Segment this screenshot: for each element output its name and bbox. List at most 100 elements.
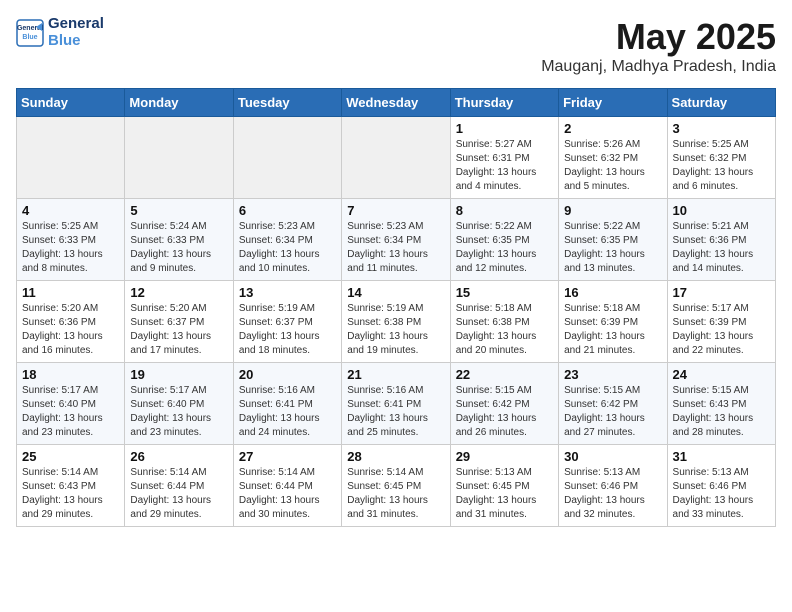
day-number: 2 xyxy=(564,121,661,136)
day-info: Sunrise: 5:14 AM Sunset: 6:45 PM Dayligh… xyxy=(347,466,444,522)
calendar-week-5: 25 Sunrise: 5:14 AM Sunset: 6:43 PM Dayli… xyxy=(17,445,776,527)
day-number: 9 xyxy=(564,203,661,218)
calendar-cell: 22 Sunrise: 5:15 AM Sunset: 6:42 PM Dayli… xyxy=(450,363,558,445)
calendar-cell xyxy=(342,117,450,199)
day-info: Sunrise: 5:26 AM Sunset: 6:32 PM Dayligh… xyxy=(564,138,661,194)
day-info: Sunrise: 5:25 AM Sunset: 6:33 PM Dayligh… xyxy=(22,220,119,276)
logo-icon: General Blue xyxy=(16,19,44,47)
day-number: 13 xyxy=(239,285,336,300)
day-info: Sunrise: 5:20 AM Sunset: 6:37 PM Dayligh… xyxy=(130,302,227,358)
day-info: Sunrise: 5:24 AM Sunset: 6:33 PM Dayligh… xyxy=(130,220,227,276)
calendar-cell: 7Sunrise: 5:23 AM Sunset: 6:34 PM Daylig… xyxy=(342,199,450,281)
calendar-cell: 16 Sunrise: 5:18 AM Sunset: 6:39 PM Dayli… xyxy=(559,281,667,363)
month-title: May 2025 xyxy=(541,16,776,58)
calendar-cell: 30 Sunrise: 5:13 AM Sunset: 6:46 PM Dayli… xyxy=(559,445,667,527)
day-info: Sunrise: 5:18 AM Sunset: 6:39 PM Dayligh… xyxy=(564,302,661,358)
weekday-header-friday: Friday xyxy=(559,89,667,117)
calendar-cell: 15 Sunrise: 5:18 AM Sunset: 6:38 PM Dayli… xyxy=(450,281,558,363)
day-number: 20 xyxy=(239,367,336,382)
day-info: Sunrise: 5:17 AM Sunset: 6:39 PM Dayligh… xyxy=(673,302,770,358)
title-block: May 2025 Mauganj, Madhya Pradesh, India xyxy=(541,16,776,76)
day-info: Sunrise: 5:16 AM Sunset: 6:41 PM Dayligh… xyxy=(239,384,336,440)
weekday-header-monday: Monday xyxy=(125,89,233,117)
calendar-cell: 25 Sunrise: 5:14 AM Sunset: 6:43 PM Dayli… xyxy=(17,445,125,527)
day-number: 21 xyxy=(347,367,444,382)
calendar-cell: 17 Sunrise: 5:17 AM Sunset: 6:39 PM Dayli… xyxy=(667,281,775,363)
calendar-week-2: 4 Sunrise: 5:25 AM Sunset: 6:33 PM Daylig… xyxy=(17,199,776,281)
day-info: Sunrise: 5:17 AM Sunset: 6:40 PM Dayligh… xyxy=(22,384,119,440)
day-number: 14 xyxy=(347,285,444,300)
day-number: 26 xyxy=(130,449,227,464)
day-number: 31 xyxy=(673,449,770,464)
day-number: 29 xyxy=(456,449,553,464)
day-number: 11 xyxy=(22,285,119,300)
calendar-cell: 24 Sunrise: 5:15 AM Sunset: 6:43 PM Dayli… xyxy=(667,363,775,445)
calendar-cell xyxy=(17,117,125,199)
calendar-cell: 5 Sunrise: 5:24 AM Sunset: 6:33 PM Daylig… xyxy=(125,199,233,281)
day-number: 17 xyxy=(673,285,770,300)
logo-line2: Blue xyxy=(48,33,104,50)
day-info: Sunrise: 5:18 AM Sunset: 6:38 PM Dayligh… xyxy=(456,302,553,358)
day-number: 16 xyxy=(564,285,661,300)
day-info: Sunrise: 5:15 AM Sunset: 6:43 PM Dayligh… xyxy=(673,384,770,440)
weekday-header-saturday: Saturday xyxy=(667,89,775,117)
location: Mauganj, Madhya Pradesh, India xyxy=(541,58,776,76)
day-info: Sunrise: 5:13 AM Sunset: 6:46 PM Dayligh… xyxy=(673,466,770,522)
calendar-week-1: 1Sunrise: 5:27 AM Sunset: 6:31 PM Daylig… xyxy=(17,117,776,199)
day-info: Sunrise: 5:17 AM Sunset: 6:40 PM Dayligh… xyxy=(130,384,227,440)
weekday-header-wednesday: Wednesday xyxy=(342,89,450,117)
day-info: Sunrise: 5:25 AM Sunset: 6:32 PM Dayligh… xyxy=(673,138,770,194)
day-number: 19 xyxy=(130,367,227,382)
day-info: Sunrise: 5:19 AM Sunset: 6:38 PM Dayligh… xyxy=(347,302,444,358)
day-info: Sunrise: 5:20 AM Sunset: 6:36 PM Dayligh… xyxy=(22,302,119,358)
calendar-cell: 11 Sunrise: 5:20 AM Sunset: 6:36 PM Dayli… xyxy=(17,281,125,363)
day-number: 18 xyxy=(22,367,119,382)
calendar-cell: 3Sunrise: 5:25 AM Sunset: 6:32 PM Daylig… xyxy=(667,117,775,199)
svg-text:Blue: Blue xyxy=(22,34,37,41)
day-info: Sunrise: 5:16 AM Sunset: 6:41 PM Dayligh… xyxy=(347,384,444,440)
day-info: Sunrise: 5:22 AM Sunset: 6:35 PM Dayligh… xyxy=(456,220,553,276)
day-info: Sunrise: 5:14 AM Sunset: 6:43 PM Dayligh… xyxy=(22,466,119,522)
day-info: Sunrise: 5:15 AM Sunset: 6:42 PM Dayligh… xyxy=(564,384,661,440)
day-number: 24 xyxy=(673,367,770,382)
calendar-week-4: 18 Sunrise: 5:17 AM Sunset: 6:40 PM Dayli… xyxy=(17,363,776,445)
day-number: 5 xyxy=(130,203,227,218)
calendar-cell: 4 Sunrise: 5:25 AM Sunset: 6:33 PM Daylig… xyxy=(17,199,125,281)
calendar-cell: 26Sunrise: 5:14 AM Sunset: 6:44 PM Dayli… xyxy=(125,445,233,527)
day-number: 4 xyxy=(22,203,119,218)
calendar-cell: 20 Sunrise: 5:16 AM Sunset: 6:41 PM Dayli… xyxy=(233,363,341,445)
day-info: Sunrise: 5:19 AM Sunset: 6:37 PM Dayligh… xyxy=(239,302,336,358)
day-number: 27 xyxy=(239,449,336,464)
day-number: 30 xyxy=(564,449,661,464)
day-info: Sunrise: 5:21 AM Sunset: 6:36 PM Dayligh… xyxy=(673,220,770,276)
day-info: Sunrise: 5:27 AM Sunset: 6:31 PM Dayligh… xyxy=(456,138,553,194)
weekday-header-thursday: Thursday xyxy=(450,89,558,117)
day-info: Sunrise: 5:23 AM Sunset: 6:34 PM Dayligh… xyxy=(239,220,336,276)
calendar-cell: 8Sunrise: 5:22 AM Sunset: 6:35 PM Daylig… xyxy=(450,199,558,281)
calendar-cell: 31 Sunrise: 5:13 AM Sunset: 6:46 PM Dayli… xyxy=(667,445,775,527)
calendar-week-3: 11 Sunrise: 5:20 AM Sunset: 6:36 PM Dayli… xyxy=(17,281,776,363)
weekday-header-sunday: Sunday xyxy=(17,89,125,117)
calendar-cell: 21 Sunrise: 5:16 AM Sunset: 6:41 PM Dayli… xyxy=(342,363,450,445)
calendar-cell: 27Sunrise: 5:14 AM Sunset: 6:44 PM Dayli… xyxy=(233,445,341,527)
logo: General Blue General Blue xyxy=(16,16,104,49)
day-info: Sunrise: 5:23 AM Sunset: 6:34 PM Dayligh… xyxy=(347,220,444,276)
day-info: Sunrise: 5:13 AM Sunset: 6:46 PM Dayligh… xyxy=(564,466,661,522)
calendar-cell: 18 Sunrise: 5:17 AM Sunset: 6:40 PM Dayli… xyxy=(17,363,125,445)
calendar-cell: 29 Sunrise: 5:13 AM Sunset: 6:45 PM Dayli… xyxy=(450,445,558,527)
day-number: 12 xyxy=(130,285,227,300)
weekday-header-tuesday: Tuesday xyxy=(233,89,341,117)
calendar-cell: 10Sunrise: 5:21 AM Sunset: 6:36 PM Dayli… xyxy=(667,199,775,281)
calendar-cell: 12 Sunrise: 5:20 AM Sunset: 6:37 PM Dayli… xyxy=(125,281,233,363)
day-info: Sunrise: 5:22 AM Sunset: 6:35 PM Dayligh… xyxy=(564,220,661,276)
calendar-cell xyxy=(233,117,341,199)
logo-line1: General xyxy=(48,16,104,33)
day-number: 25 xyxy=(22,449,119,464)
day-info: Sunrise: 5:13 AM Sunset: 6:45 PM Dayligh… xyxy=(456,466,553,522)
day-number: 15 xyxy=(456,285,553,300)
calendar-cell: 2 Sunrise: 5:26 AM Sunset: 6:32 PM Daylig… xyxy=(559,117,667,199)
day-number: 22 xyxy=(456,367,553,382)
calendar-cell: 9 Sunrise: 5:22 AM Sunset: 6:35 PM Daylig… xyxy=(559,199,667,281)
calendar-cell: 19 Sunrise: 5:17 AM Sunset: 6:40 PM Dayli… xyxy=(125,363,233,445)
day-info: Sunrise: 5:15 AM Sunset: 6:42 PM Dayligh… xyxy=(456,384,553,440)
